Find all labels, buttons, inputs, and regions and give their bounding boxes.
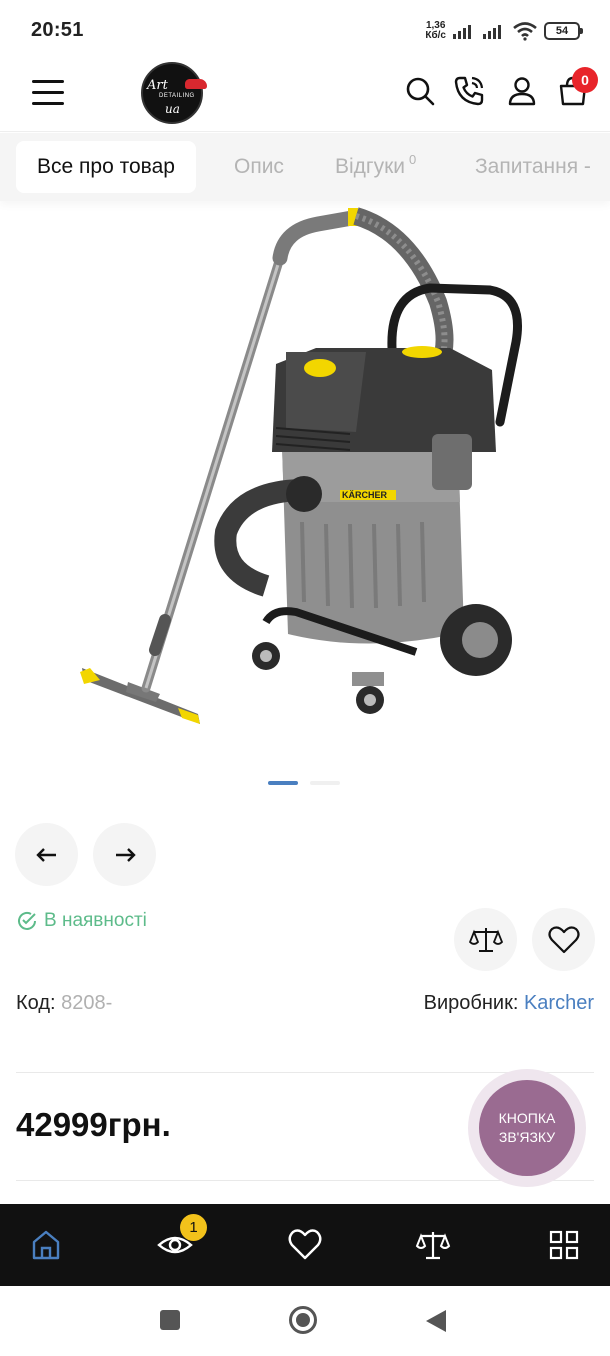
product-brand: Виробник: Karcher <box>423 992 594 1014</box>
gallery-pagination <box>268 781 340 785</box>
scales-icon[interactable] <box>414 1226 452 1264</box>
viewed-count-badge: 1 <box>180 1214 207 1241</box>
tab-questions[interactable]: Запитання - <box>475 141 591 193</box>
arrow-left-icon <box>35 847 56 862</box>
status-time: 20:51 <box>31 19 84 41</box>
system-navigation-bar <box>0 1286 610 1356</box>
brand-mark: KÄRCHER <box>342 490 388 500</box>
heart-icon <box>547 925 580 953</box>
status-icons: 1,36 Кб/с 54 <box>425 18 583 44</box>
gallery-prev-button[interactable] <box>15 823 78 886</box>
back-icon[interactable] <box>424 1308 448 1334</box>
wifi-icon <box>513 22 537 41</box>
phone-icon[interactable] <box>452 74 486 108</box>
scales-icon <box>468 927 503 952</box>
compare-button[interactable] <box>454 908 517 971</box>
status-bar: 20:51 1,36 Кб/с 54 <box>0 0 610 60</box>
gallery-dot-1[interactable] <box>268 781 298 785</box>
reviews-count: 0 <box>409 151 417 167</box>
cart-count-badge: 0 <box>572 67 598 93</box>
site-header: Art DETAILING ua 0 <box>0 60 610 132</box>
signal-icon <box>483 25 501 39</box>
tab-reviews[interactable]: Відгуки 0 <box>335 141 416 193</box>
heart-icon[interactable] <box>286 1226 324 1264</box>
site-logo[interactable]: Art DETAILING ua <box>141 62 207 124</box>
availability-status: В наявності <box>16 910 147 932</box>
signal-icon <box>453 25 471 39</box>
product-code: Код: 8208- <box>16 992 113 1014</box>
gallery-next-button[interactable] <box>93 823 156 886</box>
bottom-navigation <box>0 1204 610 1286</box>
product-price: 42999грн. <box>16 1106 171 1143</box>
menu-icon[interactable] <box>32 80 64 108</box>
search-icon[interactable] <box>403 74 437 108</box>
home-button-icon[interactable] <box>288 1305 318 1335</box>
tab-description[interactable]: Опис <box>234 141 284 193</box>
availability-label: В наявності <box>44 910 147 931</box>
grid-icon[interactable] <box>545 1226 583 1264</box>
network-speed: 1,36 Кб/с <box>425 20 446 41</box>
check-circle-icon <box>18 911 36 930</box>
product-tabs: Все про товар Опис Відгуки 0 Запитання - <box>0 133 610 201</box>
product-image[interactable]: KÄRCHER <box>60 202 560 742</box>
home-icon[interactable] <box>27 1226 65 1264</box>
battery-icon: 54 <box>544 22 583 40</box>
recents-icon[interactable] <box>158 1308 182 1332</box>
brand-link[interactable]: Karcher <box>524 992 594 1014</box>
user-icon[interactable] <box>505 74 539 108</box>
contact-button[interactable]: КНОПКА ЗВ'ЯЗКУ <box>468 1069 586 1187</box>
logo-car-icon <box>185 79 207 89</box>
gallery-dot-2[interactable] <box>310 781 340 785</box>
add-to-wishlist-button[interactable] <box>532 908 595 971</box>
tab-all-about-product[interactable]: Все про товар <box>16 141 196 193</box>
floor-nozzle <box>80 668 200 724</box>
arrow-right-icon <box>115 847 136 862</box>
product-code-value: 8208- <box>61 992 113 1014</box>
